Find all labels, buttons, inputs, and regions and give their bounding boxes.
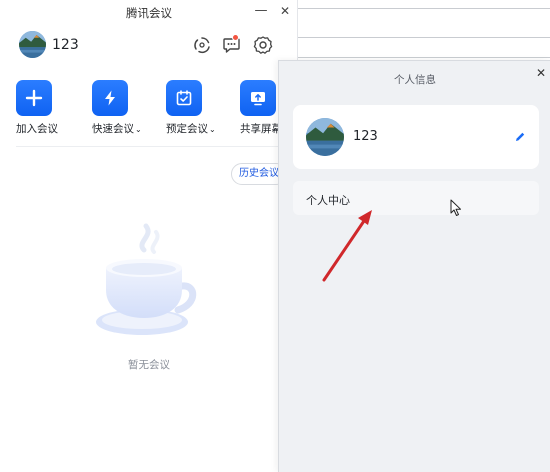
schedule-meeting-label: 预定会议⌄ xyxy=(166,123,216,135)
background-divider xyxy=(298,57,550,58)
user-name[interactable]: 123 xyxy=(52,37,79,53)
minimize-button[interactable]: — xyxy=(253,2,269,20)
main-window: 腾讯会议 — ✕ 123 加入会议 快速会议⌄ 预定会议⌄ 共享屏幕 历史会议 … xyxy=(0,0,298,472)
background-divider xyxy=(298,8,550,9)
join-meeting-button[interactable]: 加入会议 xyxy=(16,80,78,136)
close-icon[interactable]: ✕ xyxy=(534,66,548,80)
schedule-meeting-button[interactable]: 预定会议⌄ xyxy=(166,80,228,136)
coffee-cup-icon xyxy=(96,223,197,335)
lightning-icon xyxy=(92,80,128,116)
avatar-image xyxy=(306,118,344,156)
profile-panel: 个人信息 ✕ 123 个人中心 xyxy=(278,60,550,472)
mouse-cursor-icon xyxy=(450,199,462,217)
gear-icon[interactable] xyxy=(252,34,274,56)
annotation-arrow xyxy=(320,208,376,284)
panel-title: 个人信息 xyxy=(394,74,436,86)
profile-user-name: 123 xyxy=(353,129,378,144)
background-divider xyxy=(298,37,550,38)
plus-icon xyxy=(16,80,52,116)
empty-state-illustration xyxy=(92,220,202,348)
pencil-icon[interactable] xyxy=(514,131,526,143)
calendar-icon xyxy=(166,80,202,116)
title-bar: 腾讯会议 — ✕ xyxy=(0,0,298,24)
quick-meeting-button[interactable]: 快速会议⌄ xyxy=(92,80,154,136)
profile-card: 123 xyxy=(293,105,539,169)
empty-state-text: 暂无会议 xyxy=(128,359,170,371)
avatar-image xyxy=(19,31,46,58)
avatar[interactable] xyxy=(306,118,344,156)
personal-center-label: 个人中心 xyxy=(306,194,350,207)
sync-icon[interactable] xyxy=(191,34,213,56)
chevron-down-icon[interactable]: ⌄ xyxy=(209,125,216,134)
chevron-down-icon[interactable]: ⌄ xyxy=(135,125,142,134)
divider xyxy=(16,146,298,147)
join-meeting-label: 加入会议 xyxy=(16,123,58,135)
screen-share-icon xyxy=(240,80,276,116)
notification-dot xyxy=(232,34,239,41)
background-window xyxy=(298,0,550,60)
close-window-button[interactable]: ✕ xyxy=(277,2,293,20)
avatar[interactable] xyxy=(19,31,46,58)
quick-meeting-label: 快速会议⌄ xyxy=(92,123,142,135)
